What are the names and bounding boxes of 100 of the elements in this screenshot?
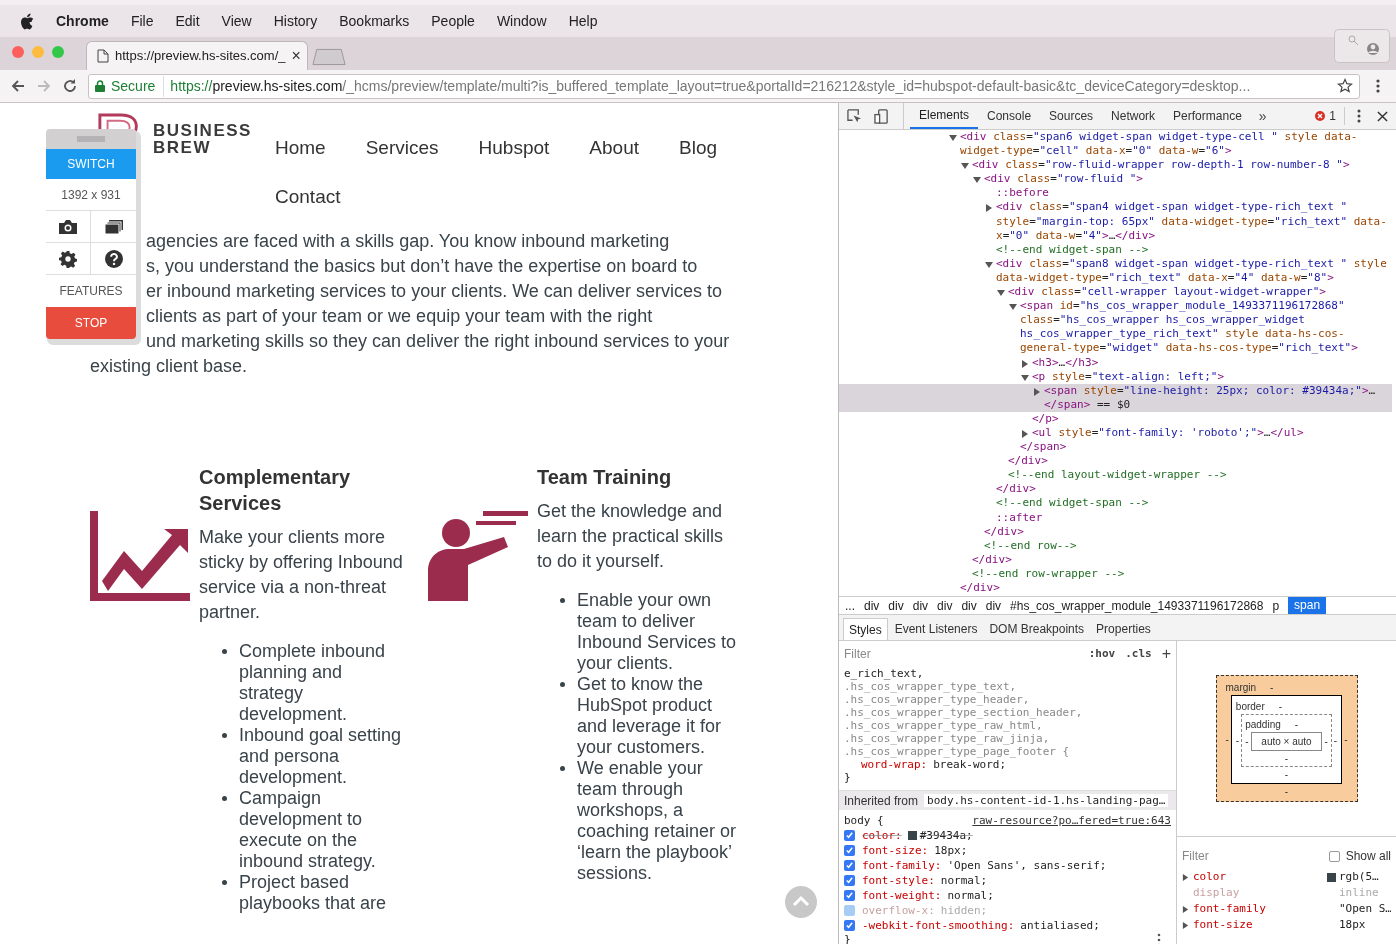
nav-link[interactable]: Hubspot: [478, 123, 550, 172]
dom-comment[interactable]: <!--end row-wrapper -->: [972, 566, 1125, 581]
breadcrumb-item[interactable]: div: [888, 596, 904, 615]
menu-item[interactable]: History: [273, 10, 318, 32]
cls-toggle[interactable]: .cls: [1125, 645, 1152, 663]
reload-icon[interactable]: [62, 78, 78, 94]
breadcrumb-item[interactable]: div: [937, 596, 953, 615]
nav-link[interactable]: Contact: [275, 172, 341, 221]
collapse-arrow-icon[interactable]: [985, 260, 993, 269]
dom-node-text[interactable]: <div class="row-fluid ">: [984, 172, 1143, 187]
inspect-icon[interactable]: [847, 108, 862, 124]
back-icon[interactable]: [10, 78, 26, 94]
pseudo-element[interactable]: ::before: [996, 186, 1049, 201]
breadcrumb-item[interactable]: #hs_cos_wrapper_module_1493371196172868: [1010, 596, 1264, 615]
dom-comment[interactable]: <!--end row-->: [984, 538, 1077, 553]
features-button[interactable]: FEATURES: [46, 275, 136, 307]
dom-node-text[interactable]: <div class="cell-wrapper layout-widget-wrapper">: [1008, 285, 1326, 300]
collapse-arrow-icon[interactable]: [1021, 373, 1029, 382]
address-bar[interactable]: Secure https://preview.hs-sites.com/_hcms/preview/template/multi?is_buffered_template_layout=true&portalId=216212&style_id=hubspot-default-basic&tc_deviceCategory=desktop...: [88, 73, 1360, 99]
hov-toggle[interactable]: :hov: [1088, 645, 1116, 663]
expand-arrow-icon[interactable]: [1021, 429, 1029, 438]
breadcrumb-item[interactable]: div: [864, 596, 880, 615]
dom-node-text[interactable]: </div>: [960, 581, 1000, 596]
dom-node-text[interactable]: <p style="text-align: left;">: [1032, 369, 1225, 384]
panel-tab[interactable]: Styles: [843, 618, 888, 640]
source-link[interactable]: raw-resource?po…fered=true:643: [972, 814, 1171, 827]
checkbox[interactable]: [844, 844, 855, 856]
drag-handle-icon[interactable]: [77, 136, 105, 142]
dom-comment[interactable]: <!--end layout-widget-wrapper -->: [1008, 468, 1227, 483]
dom-node-text[interactable]: </span>: [1020, 440, 1067, 455]
checkbox[interactable]: [844, 829, 855, 841]
dom-comment[interactable]: <!--end widget-span -->: [996, 496, 1149, 511]
expand-arrow-icon[interactable]: [1033, 387, 1041, 396]
dom-node-text[interactable]: </div>: [984, 524, 1024, 539]
expand-arrow-icon[interactable]: [1182, 873, 1189, 881]
color-swatch[interactable]: [907, 830, 917, 840]
dom-comment[interactable]: <!--end widget-span -->: [996, 242, 1149, 257]
bookmark-star-icon[interactable]: [1337, 78, 1353, 94]
profile-icon[interactable]: [1334, 29, 1390, 63]
dom-node-text[interactable]: <div class="span8 widget-span widget-type-rich_text " style data-widget-type="rich_text" data-x="4" data-w="8">: [996, 256, 1392, 286]
breadcrumb-item[interactable]: span: [1288, 597, 1327, 614]
menu-item[interactable]: File: [130, 10, 154, 32]
stacked-screens-icon[interactable]: [103, 217, 124, 236]
breadcrumb-item[interactable]: ...: [845, 596, 855, 615]
checkbox[interactable]: [844, 889, 855, 901]
devtools-tab[interactable]: Network: [1102, 103, 1165, 129]
devtools-tab[interactable]: Console: [978, 103, 1041, 129]
menu-item[interactable]: People: [431, 10, 475, 32]
collapse-arrow-icon[interactable]: [997, 289, 1005, 298]
device-toolbar-icon[interactable]: [874, 108, 889, 124]
dom-node-text[interactable]: <h3>…</h3>: [1032, 355, 1099, 370]
nav-link[interactable]: About: [589, 123, 639, 172]
dom-node-text[interactable]: <ul style="font-family: 'roboto';">…</ul>: [1032, 425, 1304, 441]
close-tab-button[interactable]: ×: [291, 44, 301, 68]
panel-tab[interactable]: DOM Breakpoints: [984, 618, 1090, 640]
menu-item[interactable]: Edit: [175, 10, 200, 32]
expand-arrow-icon[interactable]: [1021, 359, 1029, 368]
breadcrumb-item[interactable]: div: [912, 596, 929, 615]
breadcrumb-item[interactable]: div: [985, 596, 1002, 615]
dom-node-text[interactable]: </div>: [996, 482, 1036, 497]
checkbox[interactable]: [844, 904, 855, 916]
pseudo-element[interactable]: ::after: [996, 510, 1043, 525]
panel-tab[interactable]: Event Listeners: [889, 618, 983, 640]
collapse-arrow-icon[interactable]: [961, 162, 969, 171]
dom-node-text[interactable]: </p>: [1032, 411, 1059, 426]
dom-node-text[interactable]: <div class="span4 widget-span widget-type-rich_text " style="margin-top: 65px" data-widget-type="rich_text" data-x="0" data-w="4">…</div>: [996, 200, 1392, 243]
dom-node-text[interactable]: <div class="row-fluid-wrapper row-depth-1 row-number-8 ">: [972, 158, 1350, 173]
collapse-arrow-icon[interactable]: [949, 134, 957, 142]
checkbox[interactable]: [844, 874, 855, 886]
browser-tab[interactable]: https://preview.hs-sites.com/_ ×: [86, 41, 308, 70]
devtools-tab[interactable]: Performance: [1164, 103, 1251, 129]
more-icon[interactable]: [1157, 933, 1161, 944]
expand-arrow-icon[interactable]: [985, 204, 993, 213]
dom-node-text[interactable]: <span id="hs_cos_wrapper_module_1493371196172868" class="hs_cos_wrapper hs_cos_wrapper_widget hs_cos_wrapper_type_rich_text" style data-hs-cos-general-type="widget" data-hs-cos-type="rich_text">: [1020, 299, 1392, 356]
camera-icon[interactable]: [58, 217, 78, 236]
stop-button[interactable]: STOP: [46, 307, 136, 339]
menu-item[interactable]: View: [221, 10, 252, 32]
error-count[interactable]: 1: [1329, 107, 1345, 125]
menu-icon[interactable]: [1376, 78, 1380, 94]
app-menu[interactable]: Chrome: [56, 10, 109, 32]
apple-icon[interactable]: [20, 12, 34, 30]
more-tabs-button[interactable]: »: [1250, 103, 1275, 129]
settings-icon[interactable]: [58, 249, 78, 268]
nav-link[interactable]: Services: [365, 123, 439, 172]
collapse-arrow-icon[interactable]: [1009, 303, 1017, 312]
menu-item[interactable]: Window: [496, 10, 547, 32]
dom-node-text[interactable]: <div class="span6 widget-span widget-type-cell " style data-widget-type="cell" data-x="0" data-w="6">: [960, 130, 1392, 159]
devtools-menu-icon[interactable]: [1357, 109, 1361, 123]
filter-field[interactable]: Filter: [1182, 847, 1209, 865]
dom-node-text[interactable]: </div>: [972, 552, 1012, 567]
breadcrumb-item[interactable]: p: [1272, 596, 1280, 615]
inherited-selector[interactable]: body.hs-content-id-1.hs-landing-pag…: [924, 794, 1169, 807]
checkbox[interactable]: [844, 859, 855, 871]
nav-link[interactable]: Home: [275, 123, 326, 172]
nav-link[interactable]: Blog: [679, 123, 717, 172]
add-rule-button[interactable]: +: [1161, 642, 1171, 666]
checkbox[interactable]: [844, 919, 855, 931]
menu-item[interactable]: Help: [568, 10, 598, 32]
dom-node-text[interactable]: </div>: [1008, 454, 1048, 469]
menu-item[interactable]: Bookmarks: [339, 10, 410, 32]
